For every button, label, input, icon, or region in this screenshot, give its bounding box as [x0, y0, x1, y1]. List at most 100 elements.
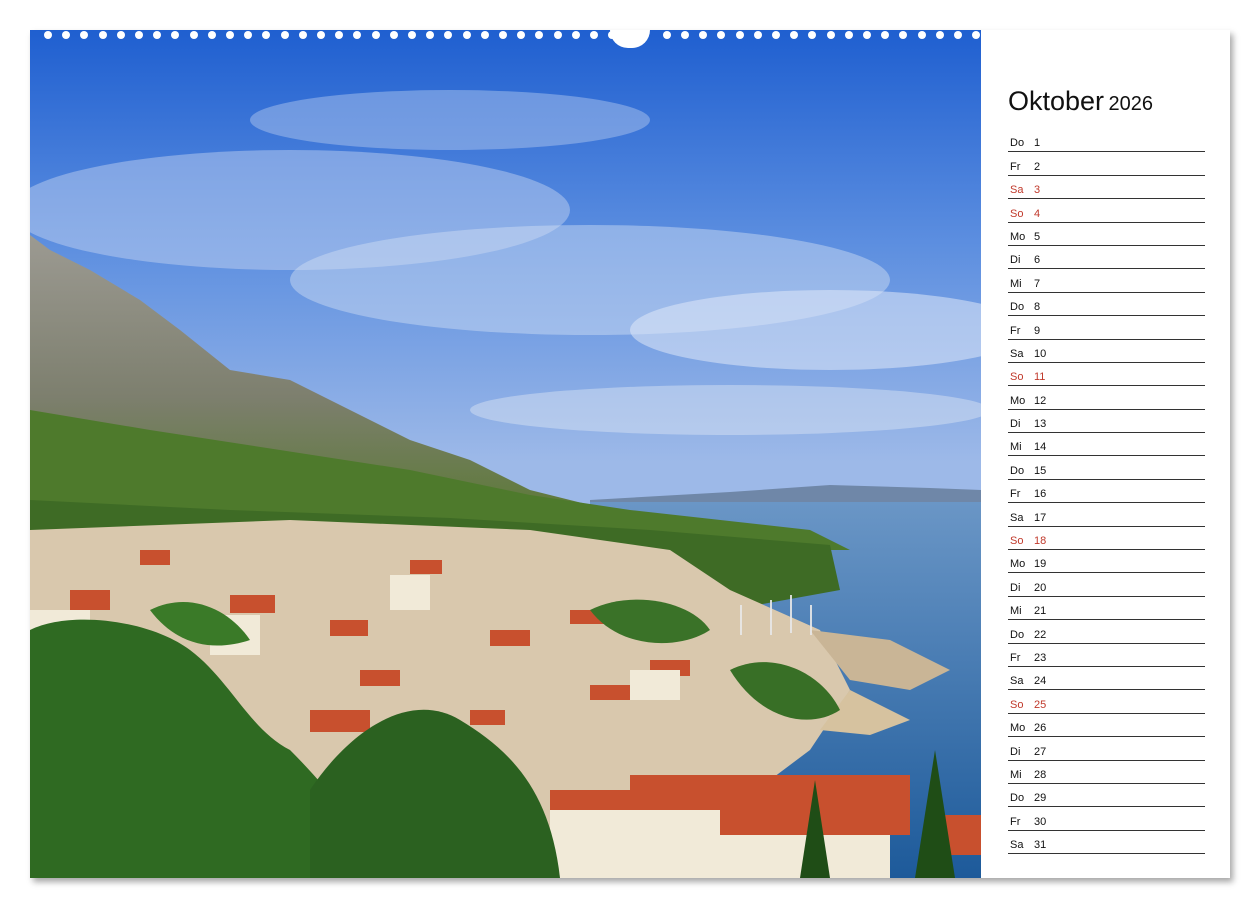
day-weekday: Sa [1010, 347, 1024, 360]
month-title: Oktober 2026 [1008, 86, 1153, 117]
day-weekday: Mo [1010, 722, 1026, 735]
binding-hole [499, 31, 507, 39]
calendar-panel: Oktober 2026 Do 1 Fr 2 Sa 3 So 4 Mo 5 Di 6 Mi 7 Do 8 Fr 9… [981, 30, 1230, 878]
binding-hole [735, 31, 744, 39]
day-number: 30 [1034, 815, 1047, 828]
day-weekday: Mi [1010, 605, 1022, 618]
day-row: Mo 26 [1008, 714, 1205, 738]
day-number: 25 [1034, 698, 1047, 711]
day-number: 29 [1034, 792, 1047, 805]
day-number: 6 [1034, 254, 1041, 267]
binding-hole [826, 31, 835, 39]
binding-hole [808, 31, 817, 39]
binding-hole [98, 31, 107, 39]
day-row: Mo 12 [1008, 386, 1205, 410]
day-number: 13 [1034, 418, 1047, 431]
day-row: So 25 [1008, 690, 1205, 714]
day-weekday: Sa [1010, 675, 1024, 688]
day-row: Mi 7 [1008, 269, 1205, 293]
day-row: Fr 16 [1008, 480, 1205, 504]
binding-hole [881, 31, 890, 39]
day-number: 2 [1034, 160, 1041, 173]
binding-hole [553, 31, 562, 39]
binding-hole [116, 31, 125, 39]
binding-hole [681, 31, 689, 39]
binding-hole [207, 31, 216, 39]
binding-hole [171, 31, 180, 39]
coastal-town-photo [30, 30, 981, 878]
binding-hole [44, 31, 52, 39]
day-weekday: Do [1010, 792, 1025, 805]
day-weekday: Do [1010, 137, 1025, 150]
day-row: Do 15 [1008, 456, 1205, 480]
day-row: So 11 [1008, 363, 1205, 387]
day-weekday: Mi [1010, 441, 1022, 454]
binding-hole [462, 31, 471, 39]
day-row: Sa 10 [1008, 340, 1205, 363]
day-weekday: Mo [1010, 394, 1026, 407]
day-row: Di 20 [1008, 573, 1205, 597]
day-row: Do 1 [1008, 129, 1205, 153]
day-number: 10 [1034, 347, 1047, 360]
binding-hole [244, 31, 253, 39]
day-weekday: Do [1010, 628, 1025, 641]
day-weekday: Fr [1010, 815, 1021, 828]
day-weekday: Di [1010, 254, 1021, 267]
day-weekday: So [1010, 207, 1024, 220]
binding-hole [298, 31, 307, 39]
day-row: Do 22 [1008, 620, 1205, 644]
month-year: 2026 [1108, 93, 1154, 115]
day-row: Di 6 [1008, 246, 1205, 270]
day-number: 22 [1034, 628, 1047, 641]
day-row: Fr 23 [1008, 644, 1205, 667]
day-weekday: Di [1010, 581, 1021, 594]
binding-hole [62, 31, 71, 39]
binding-hole [917, 31, 926, 39]
day-number: 12 [1034, 394, 1047, 407]
binding-hole [335, 31, 344, 39]
binding-hole [408, 31, 416, 39]
binding-hole [262, 31, 271, 39]
day-weekday: Sa [1010, 839, 1024, 852]
binding-hole [590, 31, 598, 39]
binding-hole [389, 31, 398, 39]
day-weekday: So [1010, 698, 1024, 711]
day-number: 27 [1034, 745, 1047, 758]
day-row: Fr 2 [1008, 152, 1205, 176]
day-number: 9 [1034, 324, 1041, 337]
day-row: So 4 [1008, 199, 1205, 223]
day-weekday: Mi [1010, 768, 1022, 781]
binding-hole [189, 31, 198, 39]
binding-hole [135, 31, 143, 39]
day-row: So 18 [1008, 527, 1205, 551]
day-weekday: Mi [1010, 277, 1022, 290]
binding-hole [954, 31, 962, 39]
day-number: 11 [1034, 371, 1046, 384]
binding-hole [772, 31, 780, 39]
day-row: Mi 28 [1008, 761, 1205, 784]
day-number: 26 [1034, 722, 1047, 735]
day-row: Sa 24 [1008, 667, 1205, 691]
day-weekday: Di [1010, 418, 1021, 431]
day-list: Do 1 Fr 2 Sa 3 So 4 Mo 5 Di 6 Mi 7 Do 8 Fr 9 Sa 10 So 11 Mo 12 D… [1008, 129, 1205, 855]
binding-hole [863, 31, 871, 39]
binding-hole [753, 31, 762, 39]
day-weekday: Fr [1010, 488, 1021, 501]
day-weekday: Fr [1010, 324, 1021, 337]
binding-hole [571, 31, 580, 39]
binding-hole [153, 31, 162, 39]
day-number: 15 [1034, 464, 1047, 477]
day-number: 28 [1034, 768, 1047, 781]
day-number: 3 [1034, 184, 1041, 197]
binding-hole [517, 31, 526, 39]
day-weekday: Fr [1010, 651, 1021, 664]
day-row: Fr 30 [1008, 807, 1205, 831]
day-number: 7 [1034, 277, 1041, 290]
day-row: Mi 21 [1008, 597, 1205, 621]
day-row: Sa 3 [1008, 176, 1205, 200]
binding-hole [535, 31, 544, 39]
day-weekday: Mo [1010, 558, 1026, 571]
day-weekday: Sa [1010, 184, 1024, 197]
day-number: 31 [1034, 839, 1047, 852]
day-number: 18 [1034, 535, 1047, 548]
